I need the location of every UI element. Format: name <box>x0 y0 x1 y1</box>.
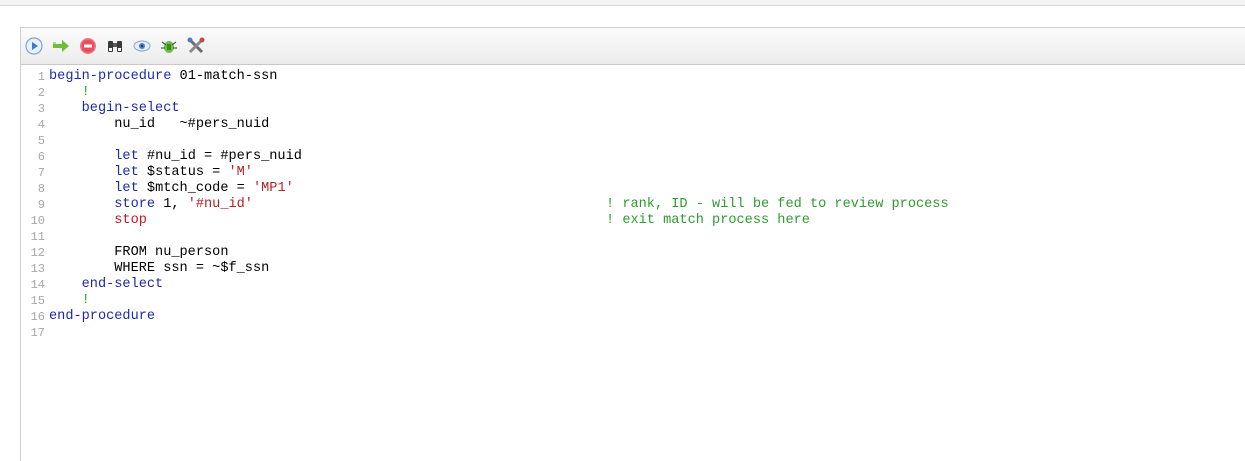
code-text: let $status = 'M' <box>49 165 1245 181</box>
string-literal: 'M' <box>228 165 253 180</box>
line-number: 17 <box>30 326 45 340</box>
code-line: 16 end-procedure <box>21 309 1245 325</box>
line-number: 3 <box>37 102 45 116</box>
line-number: 6 <box>37 150 45 164</box>
code-line: 12 FROM nu_person <box>21 245 1245 261</box>
code-line: 4 nu_id ~#pers_nuid <box>21 117 1245 133</box>
assignment: $mtch_code = <box>138 181 253 196</box>
keyword: end-select <box>81 277 164 292</box>
comment: ! exit match process here <box>606 213 810 228</box>
line-number: 12 <box>30 246 45 260</box>
identifier: 01-match-ssn <box>171 69 278 84</box>
keyword: let <box>114 149 139 164</box>
keyword: let <box>114 165 139 180</box>
code-text: end-procedure <box>49 309 1245 325</box>
assignment: #nu_id = #pers_nuid <box>138 149 302 164</box>
line-number: 14 <box>30 278 45 292</box>
comment-marker: ! <box>81 293 90 308</box>
line-number: 2 <box>37 86 45 100</box>
code-text: begin-procedure 01-match-ssn <box>49 69 1245 85</box>
code-editor: 1 begin-procedure 01-match-ssn 2 ! 3 beg… <box>20 27 1245 461</box>
line-number: 10 <box>30 214 45 228</box>
code-line: 2 ! <box>21 85 1245 101</box>
code-line: 1 begin-procedure 01-match-ssn <box>21 69 1245 85</box>
line-number: 5 <box>37 134 45 148</box>
from-clause: FROM nu_person <box>114 245 229 260</box>
code-line: 14 end-select <box>21 277 1245 293</box>
keyword: begin-procedure <box>49 69 172 84</box>
stop-keyword: stop <box>114 213 147 228</box>
keyword: end-procedure <box>49 309 156 324</box>
binoculars-icon[interactable] <box>104 35 126 57</box>
string-literal: '#nu_id' <box>187 197 253 212</box>
code-text: nu_id ~#pers_nuid <box>49 117 1245 133</box>
line-number: 13 <box>30 262 45 276</box>
code-line: 9 store 1, '#nu_id' ! rank, ID - will be … <box>21 197 1245 213</box>
comment-marker: ! <box>81 85 90 100</box>
code-text: stop ! exit match process here <box>49 213 1245 229</box>
code-line: 5 <box>21 133 1245 149</box>
code-line: 10 stop ! exit match process here <box>21 213 1245 229</box>
code-line: 7 let $status = 'M' <box>21 165 1245 181</box>
debug-bug-icon[interactable] <box>158 35 180 57</box>
line-number: 9 <box>37 198 45 212</box>
line-number: 8 <box>37 182 45 196</box>
comment: ! rank, ID - will be fed to review proce… <box>606 197 949 212</box>
code-text: FROM nu_person <box>49 245 1245 261</box>
code-line: 8 let $mtch_code = 'MP1' <box>21 181 1245 197</box>
eye-icon[interactable] <box>131 35 153 57</box>
code-line: 15 ! <box>21 293 1245 309</box>
keyword: let <box>114 181 139 196</box>
code-line: 3 begin-select <box>21 101 1245 117</box>
assignment: $status = <box>138 165 229 180</box>
step-arrow-icon[interactable] <box>50 35 72 57</box>
line-number: 4 <box>37 118 45 132</box>
keyword: begin-select <box>81 101 180 116</box>
code-text: store 1, '#nu_id' ! rank, ID - will be fe… <box>49 197 1245 213</box>
where-clause: WHERE ssn = ~$f_ssn <box>114 261 270 276</box>
code-text: end-select <box>49 277 1245 293</box>
editor-toolbar <box>21 27 1245 65</box>
line-number: 1 <box>37 70 45 84</box>
line-number: 11 <box>30 230 45 244</box>
tools-icon[interactable] <box>185 35 207 57</box>
code-line: 6 let #nu_id = #pers_nuid <box>21 149 1245 165</box>
code-line: 17 <box>21 325 1245 341</box>
line-number: 7 <box>37 166 45 180</box>
stop-icon[interactable] <box>77 35 99 57</box>
code-text: ! <box>49 85 1245 101</box>
code-text: let #nu_id = #pers_nuid <box>49 149 1245 165</box>
code-text: ! <box>49 293 1245 309</box>
string-literal: 'MP1' <box>252 181 294 196</box>
code-line: 11 <box>21 229 1245 245</box>
code-line: 13 WHERE ssn = ~$f_ssn <box>21 261 1245 277</box>
run-icon[interactable] <box>23 35 45 57</box>
code-text: let $mtch_code = 'MP1' <box>49 181 1245 197</box>
column-expression: nu_id ~#pers_nuid <box>114 117 270 132</box>
code-text: begin-select <box>49 101 1245 117</box>
line-number: 16 <box>30 310 45 324</box>
keyword: store <box>114 197 156 212</box>
code-text: WHERE ssn = ~$f_ssn <box>49 261 1245 277</box>
code-area[interactable]: 1 begin-procedure 01-match-ssn 2 ! 3 beg… <box>21 65 1245 341</box>
window-top-strip <box>0 0 1245 6</box>
arguments: 1, <box>155 197 188 212</box>
line-number: 15 <box>30 294 45 308</box>
